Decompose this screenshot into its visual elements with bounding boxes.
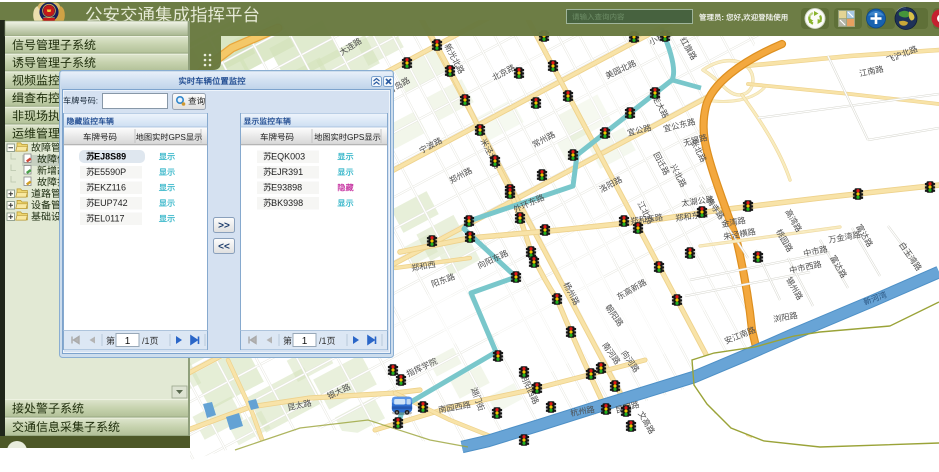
svg-text::: :: [722, 13, 725, 22]
svg-text:EL0117: EL0117: [94, 214, 124, 224]
svg-text:GPS: GPS: [347, 133, 365, 142]
svg-text:EUP742: EUP742: [94, 198, 128, 208]
svg-text:>>: >>: [218, 221, 230, 232]
svg-text:BK9398: BK9398: [271, 198, 303, 208]
svg-text:GPS: GPS: [169, 133, 187, 142]
svg-text:E93898: E93898: [271, 183, 302, 193]
svg-text:EQK003: EQK003: [271, 152, 305, 162]
svg-text::: :: [96, 97, 98, 106]
svg-text:/1: /1: [142, 336, 150, 346]
svg-text:EJR391: EJR391: [271, 167, 303, 177]
svg-text:,: ,: [741, 13, 743, 22]
svg-text:<<: <<: [218, 242, 230, 253]
svg-text:EJ8S89: EJ8S89: [94, 152, 126, 162]
svg-text:EKZ116: EKZ116: [94, 183, 126, 193]
svg-text:/1: /1: [319, 336, 327, 346]
svg-text:E5590P: E5590P: [94, 167, 126, 177]
svg-text:1: 1: [125, 336, 131, 347]
svg-text:1: 1: [302, 336, 308, 347]
